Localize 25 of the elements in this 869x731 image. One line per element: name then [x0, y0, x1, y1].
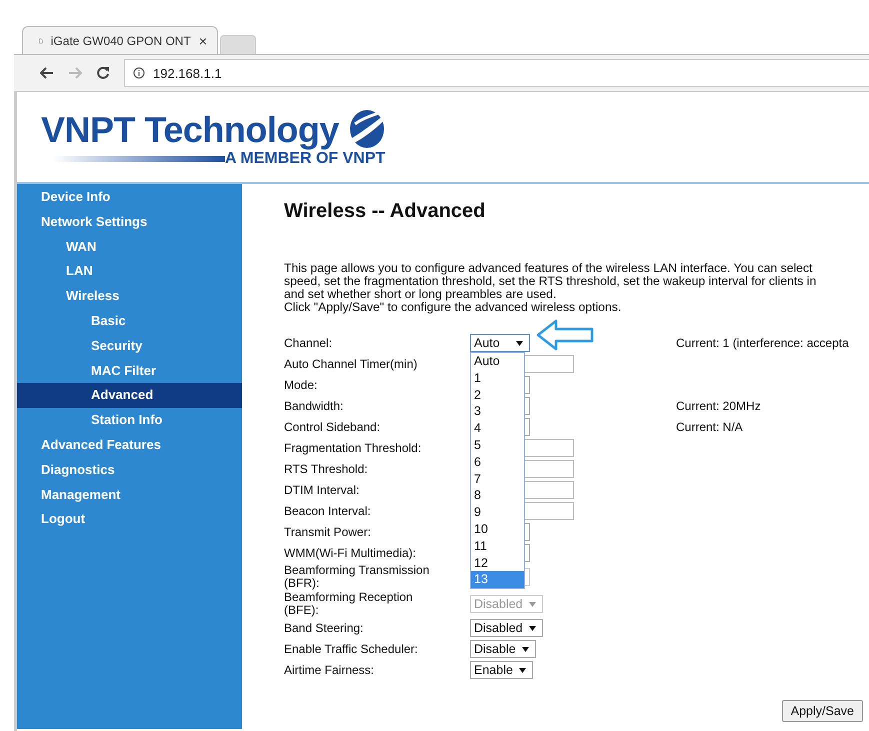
- field-label: Control Sideband:: [284, 418, 382, 436]
- field-label: Mode:: [284, 376, 318, 394]
- field-label: Beamforming Transmission (BFR):: [284, 564, 430, 590]
- logo-tagline: A MEMBER OF VNPT: [225, 150, 386, 168]
- field-label: Channel:: [284, 334, 334, 352]
- field-label: Bandwidth:: [284, 398, 344, 414]
- current-value-text: Current: 1 (interference: accepta: [676, 336, 849, 350]
- logo-text: VNPT Technology: [41, 110, 339, 150]
- field-label: Airtime Fairness:: [284, 662, 376, 678]
- description-text: This page allows you to configure advanced features of the wireless LAN interface. You can select speed, set the fragmentation threshold, set the RTS threshold, set the wakeup interval for clients in and set whether short or long preambles are used. Click "Apply/Save" to configure the advanced wireless options.: [284, 262, 818, 314]
- current-value-text: Current: N/A: [676, 420, 743, 434]
- page-title: Wireless -- Advanced: [284, 200, 486, 224]
- field-label: Band Steering:: [284, 620, 364, 636]
- field-label: Beacon Interval:: [284, 502, 372, 520]
- tab-title: iGate GW040 GPON ONT: [50, 34, 191, 48]
- current-value-text: Current: 20MHz: [676, 399, 761, 413]
- field-label: Fragmentation Threshold:: [284, 440, 422, 456]
- field-label: DTIM Interval:: [284, 482, 360, 498]
- field-label: WMM(Wi-Fi Multimedia):: [284, 544, 417, 562]
- url-text: 192.168.1.1: [153, 66, 222, 80]
- field-label: Enable Traffic Scheduler:: [284, 640, 419, 658]
- field-label: Transmit Power:: [284, 524, 372, 540]
- field-label: RTS Threshold:: [284, 460, 369, 478]
- field-label: Auto Channel Timer(min): [284, 356, 418, 372]
- field-label: Beamforming Reception (BFE):: [284, 591, 414, 617]
